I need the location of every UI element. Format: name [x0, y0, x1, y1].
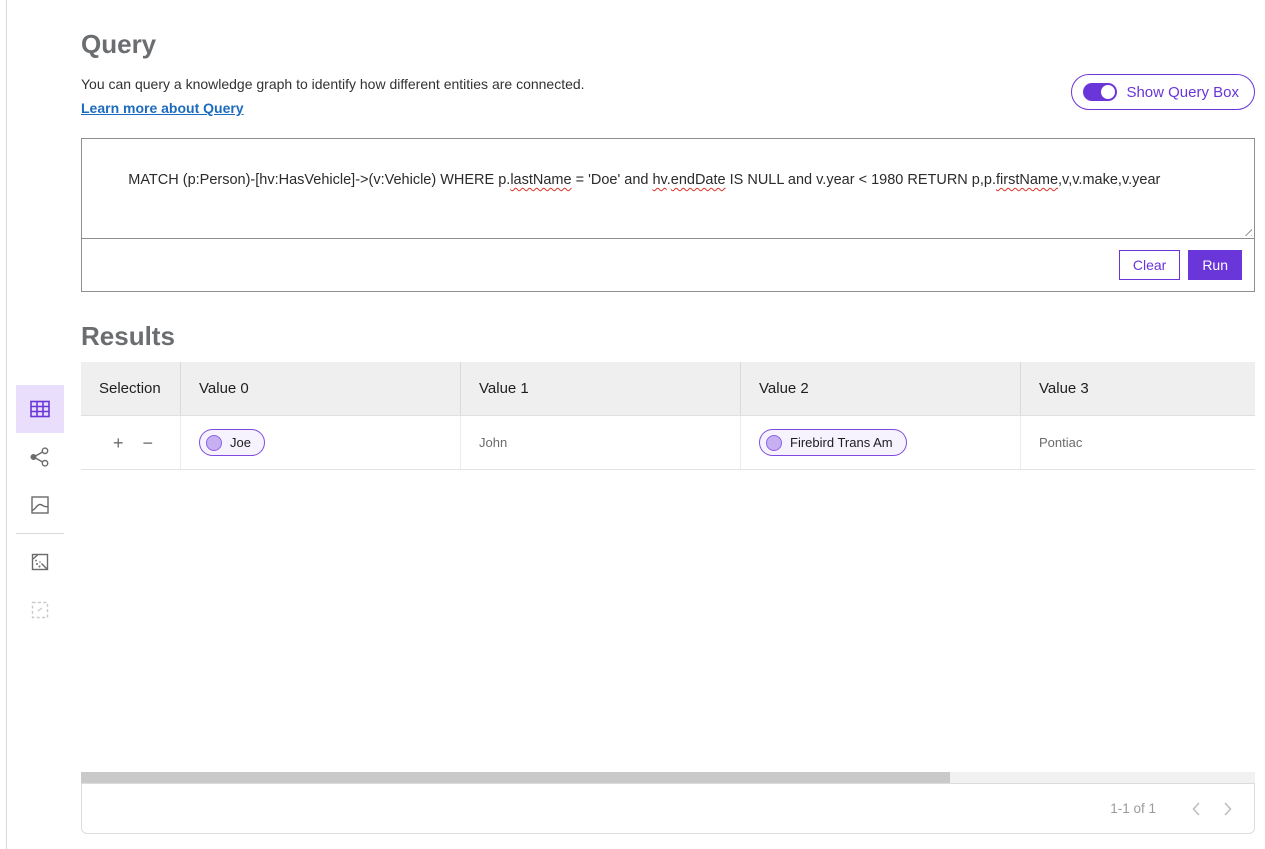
- query-text: = 'Doe' and: [572, 172, 653, 188]
- entity-chip-label: Firebird Trans Am: [790, 435, 893, 450]
- scrollbar-thumb[interactable]: [81, 772, 950, 783]
- column-header-value3: Value 3: [1021, 362, 1255, 415]
- toggle-label: Show Query Box: [1126, 84, 1239, 101]
- table-row: + − Joe John Firebird Trans Am: [81, 416, 1255, 470]
- query-text-misspelled: hv: [652, 172, 666, 188]
- sidebar-item-table-view[interactable]: [16, 385, 64, 433]
- show-query-box-toggle[interactable]: Show Query Box: [1071, 74, 1255, 110]
- run-button[interactable]: Run: [1188, 250, 1242, 280]
- query-text: ,v,v.make,v.year: [1058, 172, 1160, 188]
- add-to-selection-button[interactable]: +: [113, 434, 124, 452]
- map-icon: [28, 493, 52, 517]
- query-text: IS NULL and v.year < 1980 RETURN p,p.: [726, 172, 996, 188]
- sidebar-item-link-chart-view[interactable]: [16, 433, 64, 481]
- chevron-right-icon: [1224, 802, 1232, 816]
- page-title: Query: [81, 28, 1255, 60]
- previous-page-button[interactable]: [1184, 797, 1208, 821]
- chevron-left-icon: [1192, 802, 1200, 816]
- pagination-label: 1-1 of 1: [1110, 801, 1156, 816]
- sidebar-divider: [16, 533, 64, 534]
- column-header-value1: Value 1: [461, 362, 741, 415]
- results-table: Selection Value 0 Value 1 Value 2 Value …: [81, 362, 1255, 834]
- table-icon: [28, 397, 52, 421]
- horizontal-scrollbar: [81, 772, 1255, 783]
- value1-cell: John: [461, 416, 741, 469]
- results-table-header: Selection Value 0 Value 1 Value 2 Value …: [81, 362, 1255, 416]
- selection-cell: + −: [81, 416, 181, 469]
- cell-text: John: [479, 435, 507, 450]
- value2-cell: Firebird Trans Am: [741, 416, 1021, 469]
- entity-chip-person[interactable]: Joe: [199, 429, 265, 456]
- column-header-selection: Selection: [81, 362, 181, 415]
- selection-icon: [28, 598, 52, 622]
- entity-icon: [766, 435, 782, 451]
- query-text-misspelled: lastName: [510, 172, 571, 188]
- results-footer: 1-1 of 1: [81, 783, 1255, 834]
- query-page: Query You can query a knowledge graph to…: [0, 0, 1265, 849]
- resize-handle[interactable]: [1241, 225, 1252, 236]
- link-chart-icon: [28, 445, 52, 469]
- left-divider: [6, 0, 7, 849]
- table-empty-area: [81, 470, 1255, 772]
- column-header-value0: Value 0: [181, 362, 461, 415]
- clear-button[interactable]: Clear: [1119, 250, 1180, 280]
- sidebar-item-selection-tool[interactable]: [16, 586, 64, 634]
- value0-cell: Joe: [181, 416, 461, 469]
- query-text: MATCH (p:Person)-[hv:HasVehicle]->(v:Veh…: [128, 172, 510, 188]
- query-panel: MATCH (p:Person)-[hv:HasVehicle]->(v:Veh…: [81, 138, 1255, 292]
- entity-icon: [206, 435, 222, 451]
- results-view-sidebar: [16, 385, 64, 634]
- cell-text: Pontiac: [1039, 435, 1082, 450]
- learn-more-link[interactable]: Learn more about Query: [81, 100, 244, 116]
- query-text-misspelled: firstName: [996, 172, 1058, 188]
- query-text-misspelled: endDate: [671, 172, 726, 188]
- query-textarea[interactable]: MATCH (p:Person)-[hv:HasVehicle]->(v:Veh…: [82, 139, 1254, 239]
- toggle-switch-icon: [1083, 83, 1117, 101]
- entity-chip-vehicle[interactable]: Firebird Trans Am: [759, 429, 907, 456]
- results-title: Results: [81, 320, 1255, 352]
- sidebar-item-map-view[interactable]: [16, 481, 64, 529]
- entity-chip-label: Joe: [230, 435, 251, 450]
- query-footer: Clear Run: [82, 239, 1254, 291]
- new-map-icon: [28, 550, 52, 574]
- next-page-button[interactable]: [1216, 797, 1240, 821]
- remove-from-selection-button[interactable]: −: [143, 434, 154, 452]
- column-header-value2: Value 2: [741, 362, 1021, 415]
- sidebar-item-add-to-map[interactable]: [16, 538, 64, 586]
- value3-cell: Pontiac: [1021, 416, 1255, 469]
